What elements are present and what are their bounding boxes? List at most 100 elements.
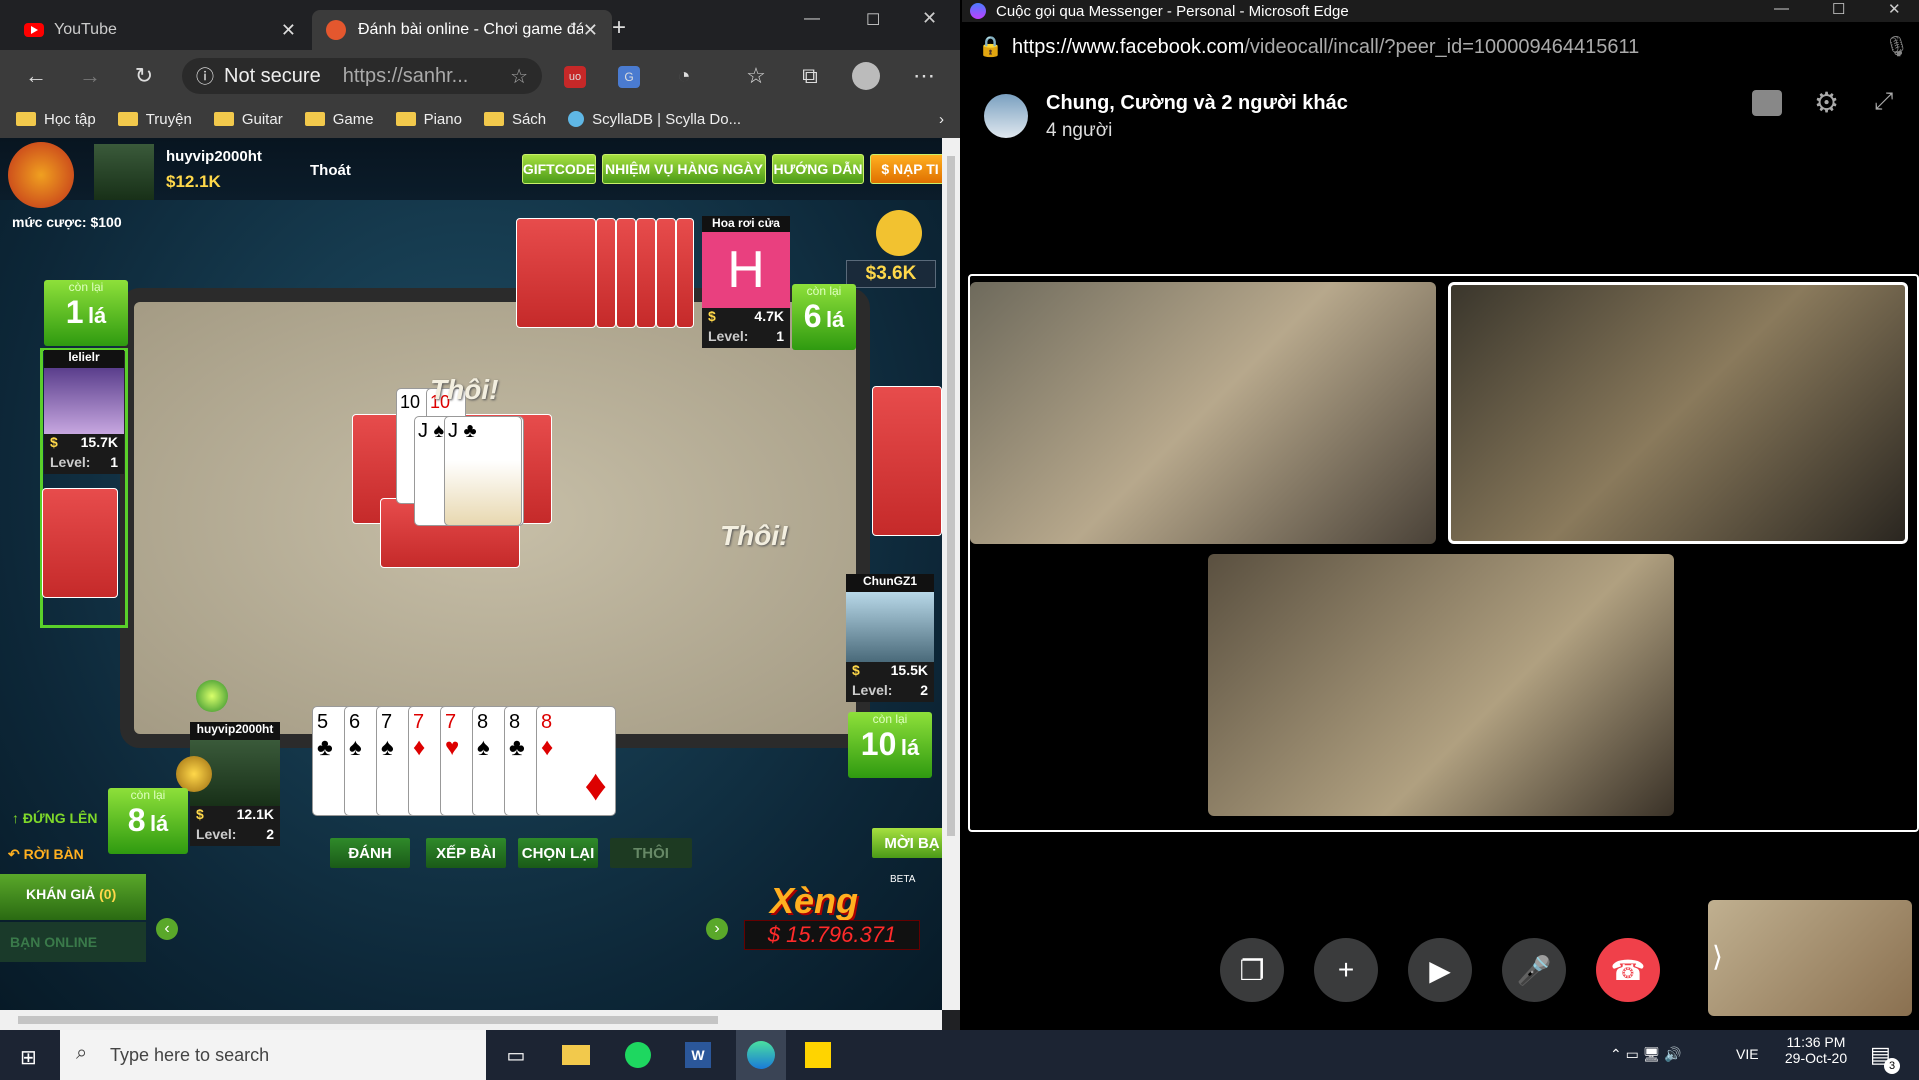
hand-card[interactable]: 8 ♦ ♦ (536, 706, 616, 816)
stand-up-button[interactable]: ↑ ĐỨNG LÊN (12, 810, 98, 826)
pass-button[interactable]: THÔI (610, 838, 692, 868)
bookmark-game[interactable]: Game (304, 111, 374, 128)
chevron-right-icon[interactable]: ⟩ (1712, 940, 1723, 973)
notification-count-badge: 3 (1884, 1058, 1900, 1074)
giftcode-button[interactable]: GIFTCODE (522, 154, 596, 184)
collections-icon[interactable]: ⧉ (796, 62, 824, 90)
star-icon[interactable]: ☆ (510, 64, 528, 89)
bookmark-guitar[interactable]: Guitar (213, 111, 283, 128)
system-tray-icons[interactable]: ⌃ ▭ 🖥 🔊 (1610, 1046, 1682, 1063)
layout-icon[interactable] (1752, 90, 1782, 116)
invite-friend-button[interactable]: MỜI BẠ (872, 828, 942, 858)
participant-video[interactable] (1208, 554, 1674, 816)
youtube-icon (24, 23, 44, 37)
close-tab-icon[interactable]: ✕ (583, 20, 598, 41)
back-icon[interactable]: ← (22, 62, 50, 90)
spotify-icon[interactable] (625, 1042, 651, 1068)
microphone-icon: 🎙 (1884, 36, 1910, 58)
taskbar-search[interactable]: ⌕ Type here to search (60, 1030, 486, 1080)
tab-youtube[interactable]: YouTube ✕ (10, 10, 310, 50)
member-count: 4 người (1046, 120, 1113, 141)
thoi-text: Thôi! (720, 520, 789, 551)
chevron-right-icon[interactable]: › (939, 111, 944, 128)
maximize-icon[interactable]: ☐ (1832, 0, 1845, 18)
self-view-video[interactable] (1708, 900, 1912, 1016)
chevron-right-icon[interactable]: › (706, 918, 728, 940)
profile-avatar[interactable] (852, 62, 880, 90)
participant-video-active[interactable] (1448, 282, 1908, 544)
horizontal-scrollbar[interactable] (0, 1010, 942, 1030)
sort-cards-button[interactable]: XẾP BÀI (426, 838, 506, 868)
topup-button[interactable]: $ NẠP TI (870, 154, 942, 184)
vertical-scrollbar[interactable] (942, 138, 960, 1010)
windows-start-icon[interactable]: ⊞ (20, 1045, 37, 1070)
settings-gear-icon[interactable]: ⚙ (1814, 86, 1839, 119)
sticky-notes-icon[interactable] (805, 1042, 831, 1068)
my-level: Level: 2 (190, 826, 280, 846)
bookmark-scylladb[interactable]: ScyllaDB | Scylla Do... (568, 111, 741, 128)
daily-missions-button[interactable]: NHIỆM VỤ HÀNG NGÀY (602, 154, 766, 184)
card-back (872, 386, 942, 536)
group-avatar (984, 94, 1028, 138)
task-view-icon[interactable]: ▭ (498, 1038, 534, 1072)
player-h-level: Level: 1 (702, 328, 790, 348)
maximize-icon[interactable]: ☐ (866, 10, 880, 30)
participant-video[interactable] (970, 282, 1436, 544)
chevron-left-icon[interactable]: ‹ (156, 918, 178, 940)
folder-icon (395, 112, 416, 126)
player-left-remaining: còn lại 1 lá (44, 280, 128, 346)
more-menu-icon[interactable]: ⋯ (910, 62, 938, 90)
user-avatar (94, 144, 154, 200)
bookmark-hoc-tap[interactable]: Học tập (16, 111, 96, 128)
clock[interactable]: 11:36 PM 29-Oct-20 (1774, 1034, 1858, 1066)
reselect-button[interactable]: CHỌN LẠI (518, 838, 598, 868)
ublock-icon[interactable]: uo (564, 66, 586, 88)
bookmark-piano[interactable]: Piano (395, 111, 462, 128)
fullscreen-icon[interactable]: ⤢ (1874, 88, 1893, 116)
played-card: J ♣ (444, 416, 522, 526)
language-indicator[interactable]: VIE (1736, 1046, 1759, 1062)
extension-icon[interactable]: ◔ (670, 62, 698, 90)
camera-icon[interactable]: ▶ (1408, 938, 1472, 1002)
file-explorer-icon[interactable] (562, 1045, 590, 1065)
folder-icon (117, 112, 138, 126)
forward-icon[interactable]: → (76, 62, 104, 90)
new-tab-icon[interactable]: + (612, 14, 626, 42)
share-screen-icon[interactable]: ❐ (1220, 938, 1284, 1002)
chicken-icon[interactable] (876, 210, 922, 256)
game-favicon-icon (326, 20, 346, 40)
messenger-address-bar[interactable]: 🔒 https://www.facebook.com/videocall/inc… (962, 22, 1919, 72)
refresh-icon[interactable]: ↻ (130, 62, 158, 90)
close-window-icon[interactable]: ✕ (922, 8, 937, 29)
xeng-jackpot: $ 15.796.371 (744, 920, 920, 950)
favorites-icon[interactable]: ☆ (742, 62, 770, 90)
minimize-icon[interactable]: — (804, 10, 820, 28)
translate-icon[interactable]: G (618, 66, 640, 88)
microphone-icon[interactable]: 🎤 (1502, 938, 1566, 1002)
leave-table-button[interactable]: ↶ RỜI BÀN (8, 846, 84, 863)
play-button[interactable]: ĐÁNH (330, 838, 410, 868)
edge-icon[interactable] (747, 1041, 775, 1069)
tab-game[interactable]: Đánh bài online - Chơi game đá ✕ (312, 10, 612, 50)
add-person-icon[interactable]: + (1314, 938, 1378, 1002)
spectators-tab[interactable]: KHÁN GIẢ (0) (0, 874, 146, 920)
scylla-icon (568, 111, 585, 127)
beta-badge: BETA (890, 874, 916, 885)
folder-icon (304, 112, 325, 126)
card-back (516, 218, 596, 328)
minimize-icon[interactable]: — (1774, 0, 1789, 17)
jackpot-small: $3.6K (846, 260, 936, 288)
end-call-icon[interactable]: ☎ (1596, 938, 1660, 1002)
bookmark-sach[interactable]: Sách (483, 111, 546, 128)
close-tab-icon[interactable]: ✕ (281, 20, 296, 41)
player-right-level: Level: 2 (846, 682, 934, 702)
address-bar[interactable]: ⓘ Not secure https://sanhr... ☆ (182, 58, 542, 94)
logout-link[interactable]: Thoát (310, 162, 351, 179)
search-icon: ⌕ (76, 1042, 88, 1064)
bookmark-truyen[interactable]: Truyện (117, 111, 192, 128)
online-friends-tab[interactable]: BẠN ONLINE (0, 922, 146, 962)
close-window-icon[interactable]: ✕ (1888, 0, 1901, 18)
word-icon[interactable]: W (685, 1042, 711, 1068)
my-money: $ 12.1K (190, 806, 280, 826)
guide-button[interactable]: HƯỚNG DẪN (772, 154, 864, 184)
